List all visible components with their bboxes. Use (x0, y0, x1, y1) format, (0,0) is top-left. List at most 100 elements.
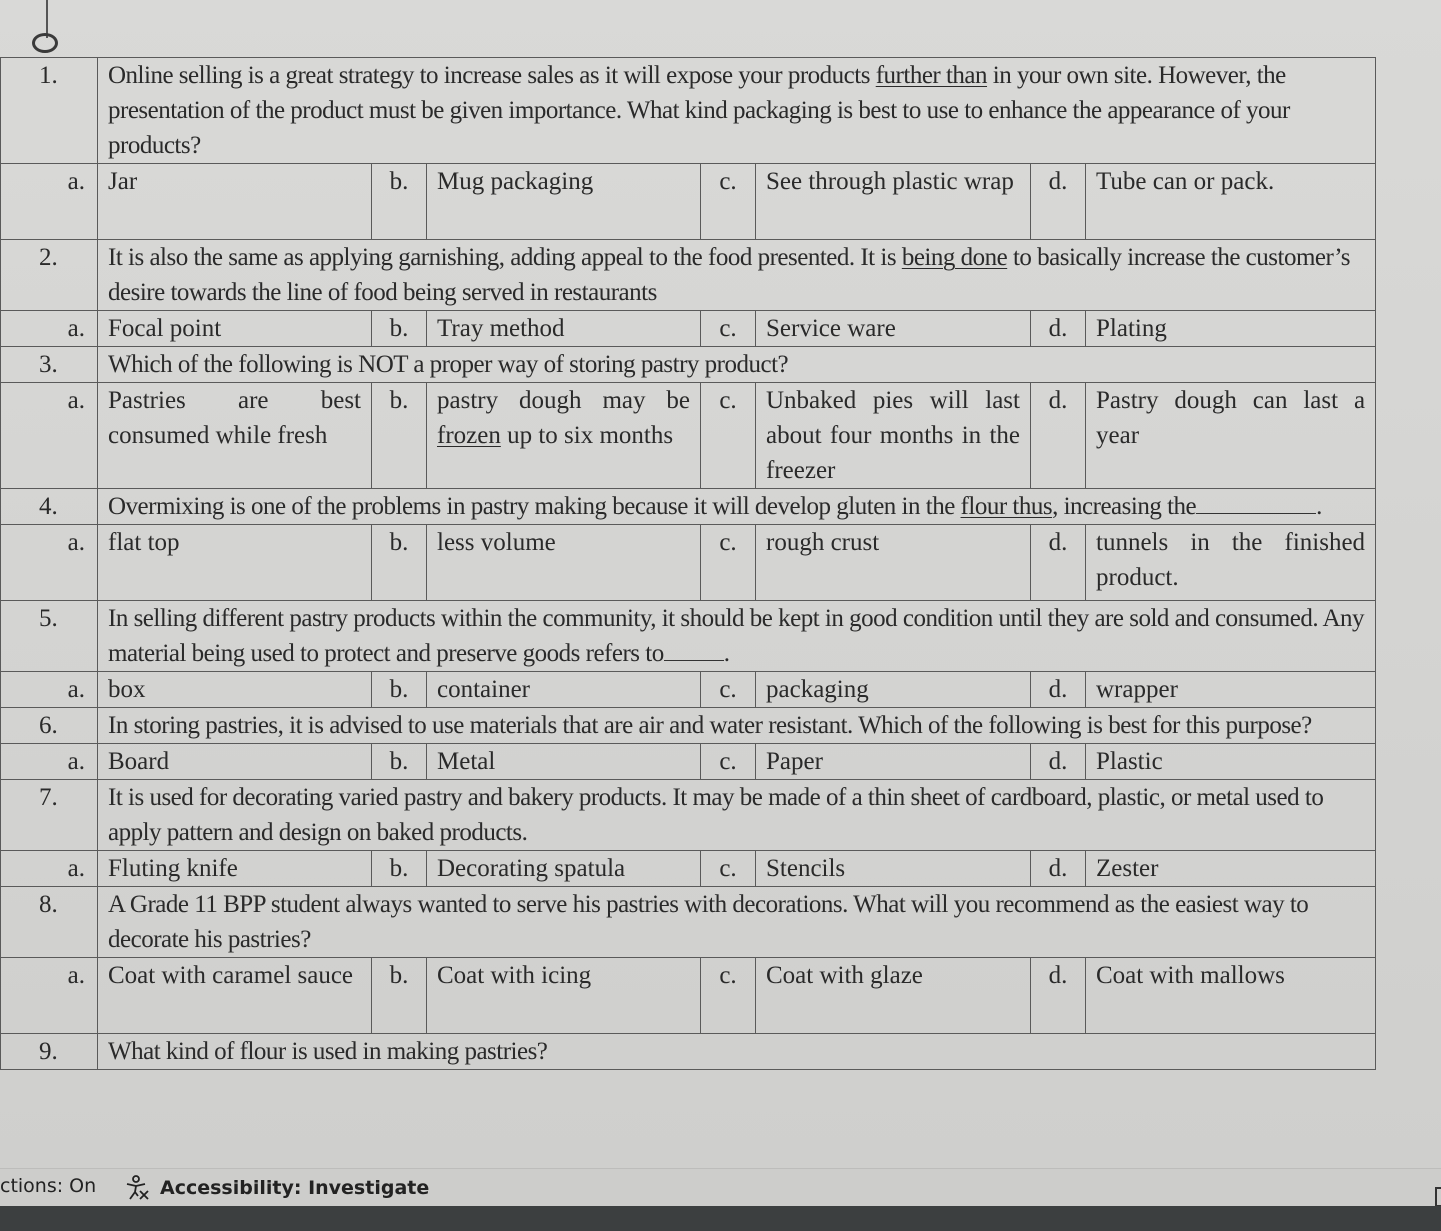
choice-letter: c. (700, 850, 756, 887)
question-row: 7. It is used for decorating varied pastr… (0, 779, 1377, 851)
choice-letter: a. (0, 850, 98, 887)
choice-letter: a. (0, 382, 98, 489)
choice-letter: a. (0, 310, 98, 347)
choice-text: Coat with caramel sauce (97, 957, 372, 1034)
choice-letter: d. (1030, 671, 1086, 708)
choice-text: Metal (426, 743, 701, 780)
choice-letter: c. (700, 310, 756, 347)
choice-letter: d. (1030, 163, 1086, 240)
question-text: What kind of flour is used in making pas… (96, 1033, 1377, 1070)
question-text-part: Online selling is a great strategy to in… (108, 62, 876, 89)
choice-letter: d. (1030, 310, 1086, 347)
question-row: 3. Which of the following is NOT a proper… (0, 346, 1377, 383)
zoom-slider-edge[interactable] (1435, 1187, 1441, 1207)
question-row: 2. It is also the same as applying garnis… (0, 239, 1377, 311)
question-text: Online selling is a great strategy to in… (96, 57, 1377, 164)
choice-letter: d. (1030, 850, 1086, 887)
choice-letter: c. (700, 957, 756, 1034)
choice-letter: b. (371, 163, 427, 240)
choice-letter: d. (1030, 743, 1086, 780)
choices-row: a. Coat with caramel sauce b. Coat with ici… (0, 957, 1377, 1034)
choice-text: Coat with icing (426, 957, 701, 1034)
choice-text: Coat with glaze (755, 957, 1031, 1034)
question-number: 9. (0, 1033, 98, 1070)
choice-letter: b. (371, 524, 427, 601)
choices-row: a. Board b. Metal c. Paper d. Plastic (0, 743, 1377, 780)
choice-text-part: pastry dough may be (437, 387, 690, 414)
question-text-part: In selling different pastry products wit… (108, 605, 1365, 667)
text-predictions-label: ctions: On (0, 1175, 97, 1197)
choice-text: Focal point (97, 310, 372, 347)
question-text-part: Overmixing is one of the problems in pas… (108, 493, 961, 520)
question-text-suffix: . (723, 640, 730, 667)
question-text-suffix: . (1316, 493, 1322, 520)
question-row: 1. Online selling is a great strategy to … (0, 57, 1377, 164)
question-row: 4. Overmixing is one of the problems in p… (0, 488, 1377, 525)
choice-text: Plastic (1084, 743, 1377, 780)
choice-letter: b. (371, 850, 427, 887)
question-number: 3. (0, 346, 98, 383)
choice-text: tunnels in the finished product. (1084, 524, 1377, 601)
choice-text: Stencils (755, 850, 1031, 887)
choice-text-part: up to six months (500, 422, 674, 449)
question-number: 1. (0, 57, 98, 164)
question-text-part: It is used for decorating varied pastry … (108, 784, 1324, 846)
choices-row: a. Fluting knife b. Decorating spatula c. Ste… (0, 850, 1377, 887)
choice-letter: a. (0, 671, 98, 708)
choice-letter: c. (700, 382, 756, 489)
question-text-part: , increasing the (1052, 493, 1197, 520)
choice-text: Board (97, 743, 372, 780)
choice-text: less volume (426, 524, 701, 601)
question-number: 8. (0, 886, 98, 958)
underlined-phrase: flour thus (960, 493, 1053, 520)
question-number: 6. (0, 707, 98, 744)
fill-in-blank (1196, 491, 1317, 514)
choice-text: See through plastic wrap (755, 163, 1031, 240)
choice-letter: b. (371, 382, 427, 489)
choice-text: packaging (755, 671, 1031, 708)
accessibility-icon (126, 1175, 149, 1200)
accessibility-label: Accessibility: Investigate (160, 1177, 430, 1199)
choice-text: Zester (1084, 850, 1377, 887)
question-text-part: In storing pastries, it is advised to us… (108, 712, 1312, 739)
choice-letter: d. (1030, 382, 1086, 489)
choice-text: Pastries are best consumed while fresh (97, 382, 372, 489)
choice-text: Tray method (426, 310, 701, 347)
choice-letter: c. (700, 524, 756, 601)
choice-letter: b. (371, 310, 427, 347)
accessibility-status[interactable]: Accessibility: Investigate (124, 1175, 429, 1201)
question-text-part: Which of the following is NOT a proper w… (108, 351, 789, 378)
choice-text: Jar (97, 163, 372, 240)
choice-letter: a. (0, 957, 98, 1034)
choice-letter: b. (371, 957, 427, 1034)
choice-letter: a. (0, 163, 98, 240)
question-row: 9. What kind of flour is used in making p… (0, 1033, 1377, 1070)
choice-letter: c. (700, 743, 756, 780)
table-anchor-icon[interactable] (32, 33, 58, 53)
choice-text: Mug packaging (426, 163, 701, 240)
question-number: 5. (0, 600, 98, 672)
choice-letter: d. (1030, 957, 1086, 1034)
question-number: 4. (0, 488, 98, 525)
choices-row: a. Jar b. Mug packaging c. See through plasti… (0, 163, 1377, 240)
choice-text: Paper (755, 743, 1031, 780)
choice-letter: d. (1030, 524, 1086, 601)
question-text-part: It is also the same as applying garnishi… (108, 244, 902, 271)
text-predictions-status[interactable]: ctions: On (0, 1175, 96, 1197)
choice-letter: b. (371, 743, 427, 780)
question-text: Overmixing is one of the problems in pas… (96, 488, 1377, 525)
choice-text: Tube can or pack. (1084, 163, 1377, 240)
choice-text: wrapper (1084, 671, 1377, 708)
choice-text: pastry dough may be frozen up to six mon… (426, 382, 701, 489)
choice-text: Fluting knife (97, 850, 372, 887)
question-text-part: A Grade 11 BPP student always wanted to … (108, 891, 1309, 953)
choice-letter: a. (0, 524, 98, 601)
choice-text: flat top (97, 524, 372, 601)
choice-text: Service ware (755, 310, 1031, 347)
question-text-part: What kind of flour is used in making pas… (108, 1038, 548, 1065)
choice-text: box (97, 671, 372, 708)
choice-letter: a. (0, 743, 98, 780)
question-text: In selling different pastry products wit… (96, 600, 1377, 672)
choice-text: Unbaked pies will last about four months… (755, 382, 1031, 489)
question-number: 2. (0, 239, 98, 311)
